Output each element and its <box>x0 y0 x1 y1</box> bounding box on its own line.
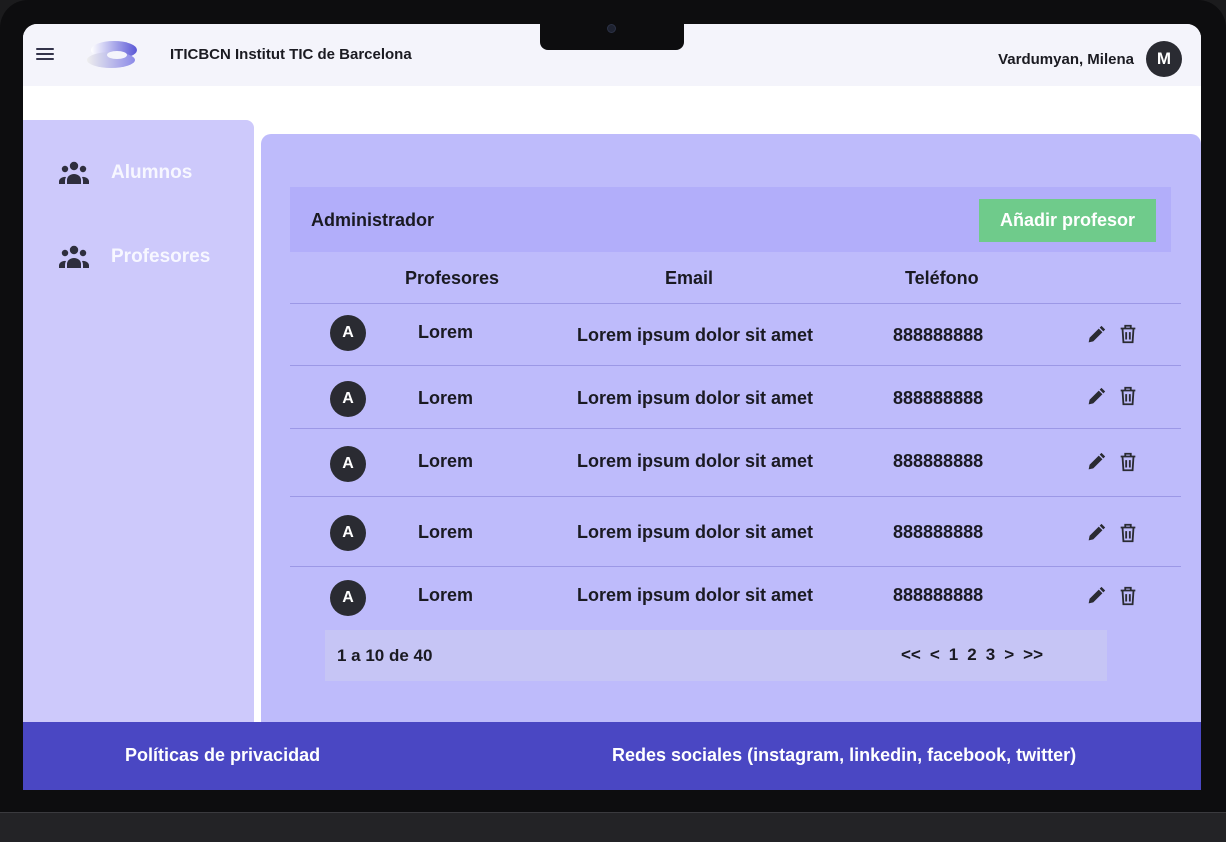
first-page-button[interactable]: << <box>901 645 921 665</box>
teacher-email: Lorem ipsum dolor sit amet <box>577 451 814 471</box>
social-networks-link[interactable]: Redes sociales (instagram, linkedin, fac… <box>612 745 1076 766</box>
user-name: Vardumyan, Milena <box>998 51 1134 68</box>
prev-page-button[interactable]: < <box>930 645 940 665</box>
logo <box>87 41 137 68</box>
row-avatar: A <box>330 515 366 551</box>
teacher-email: Lorem ipsum dolor sit amet <box>577 522 814 542</box>
table-row: A Lorem Lorem ipsum dolor sit amet 88888… <box>290 303 1181 365</box>
people-icon <box>59 161 89 184</box>
sidebar-item-alumnos[interactable]: Alumnos <box>59 158 192 188</box>
teacher-phone: 888888888 <box>893 325 984 345</box>
column-header-telefono[interactable]: Teléfono <box>905 268 979 289</box>
teacher-name: Lorem <box>418 522 474 542</box>
teacher-name: Lorem <box>418 451 474 471</box>
next-page-button[interactable]: > <box>1004 645 1014 665</box>
teacher-name: Lorem <box>418 322 474 342</box>
laptop-base <box>0 812 1226 842</box>
edit-pencil-icon[interactable] <box>1085 585 1107 607</box>
teacher-name: Lorem <box>418 585 474 605</box>
teacher-phone: 888888888 <box>893 522 984 542</box>
column-header-profesores[interactable]: Profesores <box>405 268 499 289</box>
row-avatar: A <box>330 315 366 351</box>
pagination: 1 a 10 de 40 << < 1 2 3 > >> <box>325 630 1107 681</box>
trash-icon[interactable] <box>1117 385 1139 407</box>
trash-icon[interactable] <box>1117 585 1139 607</box>
row-avatar: A <box>330 580 366 616</box>
trash-icon[interactable] <box>1117 451 1139 473</box>
footer: Políticas de privacidad Redes sociales (… <box>23 722 1201 790</box>
people-icon <box>59 245 89 268</box>
trash-icon[interactable] <box>1117 522 1139 544</box>
edit-pencil-icon[interactable] <box>1085 324 1107 346</box>
sidebar-item-profesores[interactable]: Profesores <box>59 242 210 272</box>
row-avatar: A <box>330 446 366 482</box>
add-teacher-button[interactable]: Añadir profesor <box>979 199 1156 242</box>
teacher-phone: 888888888 <box>893 388 984 408</box>
edit-pencil-icon[interactable] <box>1085 522 1107 544</box>
column-header-email[interactable]: Email <box>665 268 713 289</box>
last-page-button[interactable]: >> <box>1023 645 1043 665</box>
teacher-email: Lorem ipsum dolor sit amet <box>577 388 814 408</box>
teacher-phone: 888888888 <box>893 585 984 605</box>
page-3-button[interactable]: 3 <box>986 645 995 665</box>
teacher-email: Lorem ipsum dolor sit amet <box>577 585 814 605</box>
page-1-button[interactable]: 1 <box>949 645 958 665</box>
table-row: A Lorem Lorem ipsum dolor sit amet 88888… <box>290 428 1181 496</box>
sidebar: Alumnos Profesores <box>23 120 254 730</box>
table-row: A Lorem Lorem ipsum dolor sit amet 88888… <box>290 496 1181 566</box>
trash-icon[interactable] <box>1117 323 1139 345</box>
screen: ITICBCN Institut TIC de Barcelona Vardum… <box>23 24 1201 790</box>
table-row: A Lorem Lorem ipsum dolor sit amet 88888… <box>290 365 1181 428</box>
table-row: A Lorem Lorem ipsum dolor sit amet 88888… <box>290 566 1181 630</box>
page-2-button[interactable]: 2 <box>967 645 976 665</box>
edit-pencil-icon[interactable] <box>1085 451 1107 473</box>
page-title: Administrador <box>311 210 435 230</box>
main-panel: Administrador Añadir profesor Profesores… <box>261 134 1201 730</box>
row-avatar: A <box>330 381 366 417</box>
camera-icon <box>607 24 616 33</box>
pagination-summary: 1 a 10 de 40 <box>337 646 433 665</box>
admin-header: Administrador Añadir profesor <box>290 187 1171 252</box>
hamburger-menu-icon[interactable] <box>36 48 54 62</box>
teacher-name: Lorem <box>418 388 474 408</box>
privacy-policy-link[interactable]: Políticas de privacidad <box>125 745 320 766</box>
sidebar-item-label: Profesores <box>111 246 211 267</box>
teacher-phone: 888888888 <box>893 451 984 471</box>
sidebar-item-label: Alumnos <box>111 162 193 183</box>
user-avatar[interactable]: M <box>1146 41 1182 77</box>
brand-name: ITICBCN Institut TIC de Barcelona <box>170 46 412 63</box>
pagination-nav: << < 1 2 3 > >> <box>901 645 1043 665</box>
camera-notch <box>540 20 684 50</box>
teacher-email: Lorem ipsum dolor sit amet <box>577 325 814 345</box>
edit-pencil-icon[interactable] <box>1085 386 1107 408</box>
